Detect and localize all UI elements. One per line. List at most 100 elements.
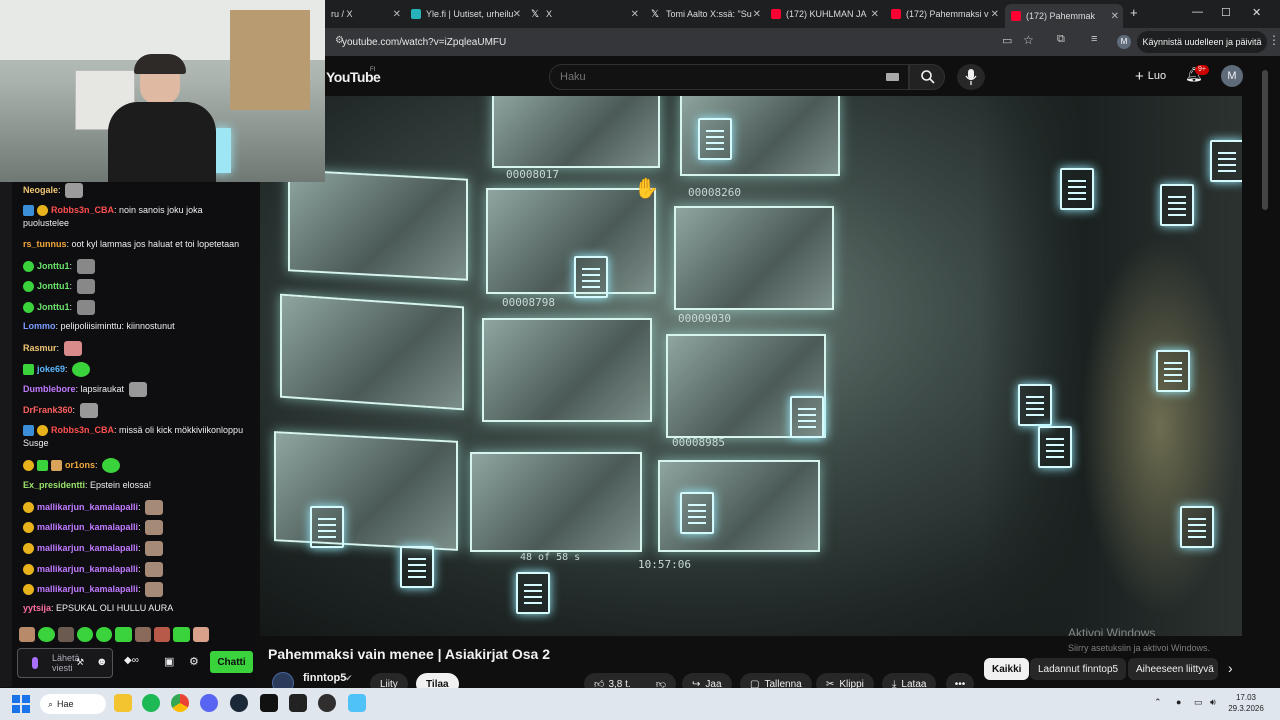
bookmark-star-icon[interactable]: ☆ xyxy=(1023,33,1034,47)
search-input[interactable] xyxy=(560,70,860,84)
emote-icon[interactable] xyxy=(57,627,74,642)
chat-username[interactable]: joke69 xyxy=(37,364,65,374)
url-field[interactable]: youtube.com/watch?v=iZpqleaUMFU xyxy=(342,33,992,51)
tab-x-2[interactable]: 𝕏 X ✕ xyxy=(525,4,643,24)
tray-chevron-up-icon[interactable]: ⌃ xyxy=(1154,697,1162,708)
emote-icon xyxy=(145,562,164,577)
search-box[interactable] xyxy=(549,64,909,90)
create-button[interactable]: + Luo xyxy=(1129,65,1172,87)
profile-avatar[interactable]: M xyxy=(1117,35,1131,49)
x-app-icon[interactable] xyxy=(260,694,278,712)
windows-start-icon[interactable] xyxy=(12,695,30,713)
chat-settings-gear-icon[interactable]: ⚙ xyxy=(189,655,199,668)
hype-icon[interactable]: ⚒ xyxy=(76,657,84,668)
page-counter-label: 48 of 58 s xyxy=(520,552,581,563)
keyboard-icon[interactable] xyxy=(886,73,899,81)
media-controls-icon[interactable]: ≡ xyxy=(1091,33,1097,45)
emote-icon[interactable] xyxy=(115,627,132,642)
close-tab-icon[interactable]: ✕ xyxy=(871,9,879,20)
emote-icon[interactable] xyxy=(96,627,113,642)
chat-username[interactable]: Rasmur xyxy=(23,343,57,353)
chat-username[interactable]: mallikarjun_kamalapalli xyxy=(37,522,138,532)
chat-username[interactable]: mallikarjun_kamalapalli xyxy=(37,584,138,594)
spotify-icon[interactable] xyxy=(142,694,160,712)
riot-icon[interactable] xyxy=(289,694,307,712)
tab-x-1[interactable]: ru / X ✕ xyxy=(325,4,405,24)
chat-username[interactable]: Robbs3n_CBA xyxy=(51,205,114,215)
chat-username[interactable]: yytsija xyxy=(23,603,51,613)
close-tab-icon[interactable]: ✕ xyxy=(393,9,401,20)
close-tab-icon[interactable]: ✕ xyxy=(631,9,639,20)
close-tab-icon[interactable]: ✕ xyxy=(753,9,761,20)
notepad-icon[interactable] xyxy=(348,694,366,712)
volume-icon[interactable]: 🔊︎ xyxy=(1210,697,1216,708)
chat-username[interactable]: rs_tunnus xyxy=(23,239,67,249)
chip-from-channel[interactable]: Ladannut finntop5 xyxy=(1030,658,1127,680)
tab-x-3[interactable]: 𝕏 Tomi Aalto X:ssä: "Su ✕ xyxy=(645,4,765,24)
chat-username[interactable]: Lommo xyxy=(23,321,56,331)
tray-mic-icon[interactable]: ● xyxy=(1176,697,1181,707)
emote-icon[interactable] xyxy=(76,627,94,642)
tab-youtube-1[interactable]: (172) KUHLMAN JA ✕ xyxy=(765,4,883,24)
chat-message: mallikarjun_kamalapalli: xyxy=(23,520,248,535)
new-tab-button[interactable]: + xyxy=(1130,5,1138,20)
maximize-icon[interactable]: ☐ xyxy=(1221,6,1231,19)
cast-icon[interactable]: ▭ xyxy=(1002,34,1012,47)
x-icon: 𝕏 xyxy=(531,9,540,20)
emote-icon[interactable] xyxy=(19,627,36,642)
restart-update-button[interactable]: Käynnistä uudelleen ja päivitä xyxy=(1137,31,1267,53)
chevron-right-icon[interactable]: › xyxy=(1228,660,1233,676)
chat-input[interactable]: Lähetä viesti ⚒ ☻ xyxy=(17,648,113,678)
chat-username[interactable]: Robbs3n_CBA xyxy=(51,425,114,435)
chrome-icon[interactable] xyxy=(171,694,189,712)
chat-username[interactable]: Neogale xyxy=(23,185,58,195)
chat-username[interactable]: DrFrank360 xyxy=(23,405,73,415)
chat-username[interactable]: or1ons xyxy=(65,460,95,470)
page-scrollbar[interactable] xyxy=(1262,70,1268,210)
search-button[interactable] xyxy=(909,64,945,90)
minimize-icon[interactable]: — xyxy=(1192,6,1203,18)
emote-icon[interactable] xyxy=(192,627,209,642)
account-avatar[interactable]: M xyxy=(1221,65,1243,87)
close-tab-icon[interactable]: ✕ xyxy=(991,9,999,20)
voice-search-button[interactable] xyxy=(957,64,985,90)
gift-icon[interactable]: ▣ xyxy=(164,655,174,668)
bits-icon[interactable]: ◆∞ xyxy=(124,655,139,666)
extensions-icon[interactable]: ⧉ xyxy=(1057,33,1065,46)
file-explorer-icon[interactable] xyxy=(114,694,132,712)
emote-icon[interactable] xyxy=(134,627,152,642)
taskbar-clock[interactable]: 17.03 29.3.2026 xyxy=(1222,692,1270,714)
microphone-icon[interactable] xyxy=(32,657,38,669)
tab-youtube-2[interactable]: (172) Pahemmaksi v ✕ xyxy=(885,4,1003,24)
chat-send-button[interactable]: Chatti xyxy=(210,651,253,673)
chat-username[interactable]: Jonttu1 xyxy=(37,302,70,312)
obs-icon[interactable] xyxy=(318,694,336,712)
video-thumbnail xyxy=(274,431,458,551)
chip-all[interactable]: Kaikki xyxy=(984,658,1030,680)
chat-username[interactable]: Ex_presidentti xyxy=(23,480,85,490)
discord-icon[interactable] xyxy=(200,694,218,712)
close-tab-icon[interactable]: ✕ xyxy=(1111,11,1119,22)
emote-icon[interactable] xyxy=(38,627,55,642)
close-tab-icon[interactable]: ✕ xyxy=(513,9,521,20)
chat-username[interactable]: mallikarjun_kamalapalli xyxy=(37,543,138,553)
network-icon[interactable]: ▭ xyxy=(1194,697,1203,708)
document-icon xyxy=(574,256,608,298)
emoji-icon[interactable]: ☻ xyxy=(96,656,108,668)
emote-icon[interactable] xyxy=(154,627,171,642)
emote-icon[interactable] xyxy=(173,627,190,642)
video-player[interactable]: 00008017 00008260 00008798 00009030 0000… xyxy=(260,96,1242,636)
steam-icon[interactable] xyxy=(230,694,248,712)
tab-yle[interactable]: Yle.fi | Uutiset, urheilu ✕ xyxy=(405,4,525,24)
chat-username[interactable]: Jonttu1 xyxy=(37,261,70,271)
close-window-icon[interactable]: ✕ xyxy=(1252,6,1261,19)
channel-name[interactable]: finntop5 xyxy=(303,672,346,684)
taskbar-search[interactable]: ⌕ Hae xyxy=(40,694,106,714)
chat-username[interactable]: Jonttu1 xyxy=(37,281,70,291)
menu-kebab-icon[interactable]: ⋮ xyxy=(1268,33,1280,47)
chat-username[interactable]: mallikarjun_kamalapalli xyxy=(37,564,138,574)
chip-related[interactable]: Aiheeseen liittyvä xyxy=(1128,658,1218,680)
chat-username[interactable]: mallikarjun_kamalapalli xyxy=(37,502,138,512)
chat-username[interactable]: Dumblebore xyxy=(23,384,76,394)
tab-youtube-active[interactable]: (172) Pahemmak ✕ xyxy=(1005,4,1123,28)
